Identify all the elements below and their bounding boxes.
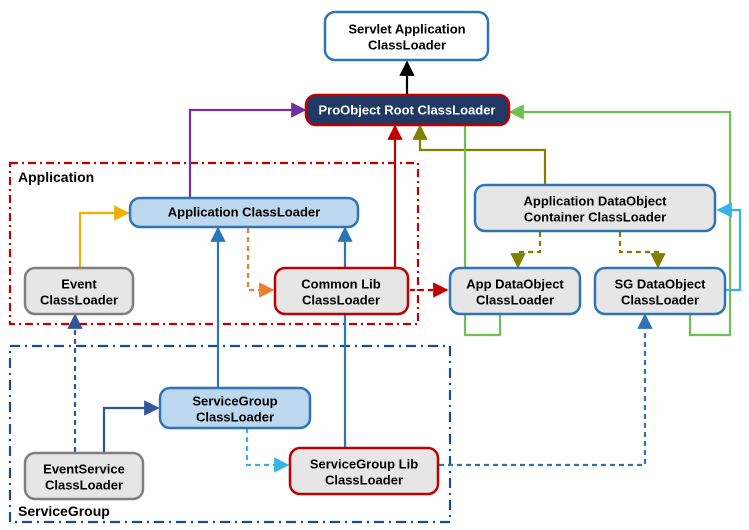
classloader-diagram: Application ServiceGroup	[0, 0, 749, 530]
svg-text:ServiceGroup Lib: ServiceGroup Lib	[310, 456, 418, 471]
svg-text:ClassLoader: ClassLoader	[325, 472, 403, 487]
svg-text:ProObject Root ClassLoader: ProObject Root ClassLoader	[319, 102, 496, 117]
svg-text:Application DataObject: Application DataObject	[523, 193, 667, 208]
svg-text:Application ClassLoader: Application ClassLoader	[168, 204, 320, 219]
commonlib-classloader-box: Common Lib ClassLoader	[275, 268, 408, 314]
svg-text:Container ClassLoader: Container ClassLoader	[524, 209, 666, 224]
root-classloader-box: ProObject Root ClassLoader	[306, 95, 509, 125]
svg-text:ClassLoader: ClassLoader	[196, 409, 274, 424]
svg-text:ClassLoader: ClassLoader	[302, 292, 380, 307]
svg-text:SG DataObject: SG DataObject	[614, 276, 706, 291]
svg-text:ClassLoader: ClassLoader	[368, 37, 446, 52]
application-classloader-box: Application ClassLoader	[130, 198, 358, 227]
svg-text:ClassLoader: ClassLoader	[45, 477, 123, 492]
servicegroup-lib-classloader-box: ServiceGroup Lib ClassLoader	[290, 448, 438, 494]
servicegroup-classloader-box: ServiceGroup ClassLoader	[160, 388, 310, 428]
svg-text:App DataObject: App DataObject	[466, 276, 564, 291]
svg-text:Servlet Application: Servlet Application	[348, 21, 465, 36]
svg-text:Event: Event	[61, 276, 97, 291]
servlet-classloader-box: Servlet Application ClassLoader	[325, 12, 488, 60]
svg-text:ClassLoader: ClassLoader	[621, 292, 699, 307]
svg-text:Common Lib: Common Lib	[301, 276, 380, 291]
svg-text:ClassLoader: ClassLoader	[40, 292, 118, 307]
sg-dataobject-classloader-box: SG DataObject ClassLoader	[595, 268, 725, 314]
servicegroup-group-label: ServiceGroup	[18, 503, 110, 519]
application-group-label: Application	[18, 169, 94, 185]
event-classloader-box: Event ClassLoader	[25, 268, 133, 314]
app-dataobject-classloader-box: App DataObject ClassLoader	[450, 268, 580, 314]
svg-text:EventService: EventService	[43, 461, 125, 476]
svg-text:ServiceGroup: ServiceGroup	[192, 393, 277, 408]
svg-text:ClassLoader: ClassLoader	[476, 292, 554, 307]
app-dataobject-container-box: Application DataObject Container ClassLo…	[475, 185, 715, 231]
eventservice-classloader-box: EventService ClassLoader	[25, 453, 143, 499]
